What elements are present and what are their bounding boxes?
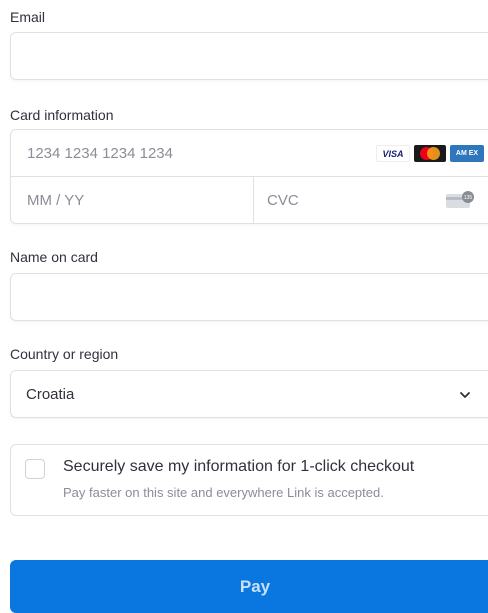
save-info-box: Securely save my information for 1-click…: [10, 444, 488, 516]
visa-icon: VISA: [376, 145, 410, 162]
pay-button[interactable]: Pay: [10, 560, 488, 613]
card-information-group: 1234 1234 1234 1234 VISA AM EX MM / YY C…: [10, 129, 488, 224]
chevron-down-icon: [460, 392, 470, 398]
save-info-subtitle: Pay faster on this site and everywhere L…: [63, 485, 384, 500]
card-brands: VISA AM EX: [376, 145, 484, 162]
card-number-placeholder: 1234 1234 1234 1234: [27, 144, 173, 162]
mastercard-icon: [414, 145, 446, 162]
card-cvc-placeholder: CVC: [267, 192, 299, 209]
cvc-badge-text: 135: [464, 195, 473, 201]
country-select[interactable]: Croatia: [10, 370, 488, 418]
card-information-label: Card information: [10, 107, 114, 123]
name-on-card-field[interactable]: [10, 273, 488, 321]
save-info-checkbox[interactable]: [25, 459, 45, 479]
card-expiry-placeholder: MM / YY: [27, 192, 85, 209]
amex-icon: AM EX: [450, 145, 484, 162]
name-on-card-label: Name on card: [10, 249, 98, 265]
email-field[interactable]: [10, 32, 488, 80]
save-info-title: Securely save my information for 1-click…: [63, 458, 415, 475]
country-label: Country or region: [10, 346, 119, 362]
cvc-card-icon: 135: [446, 191, 474, 208]
country-value: Croatia: [26, 385, 75, 403]
email-label: Email: [10, 9, 46, 25]
card-expiry-input[interactable]: MM / YY: [11, 177, 254, 224]
